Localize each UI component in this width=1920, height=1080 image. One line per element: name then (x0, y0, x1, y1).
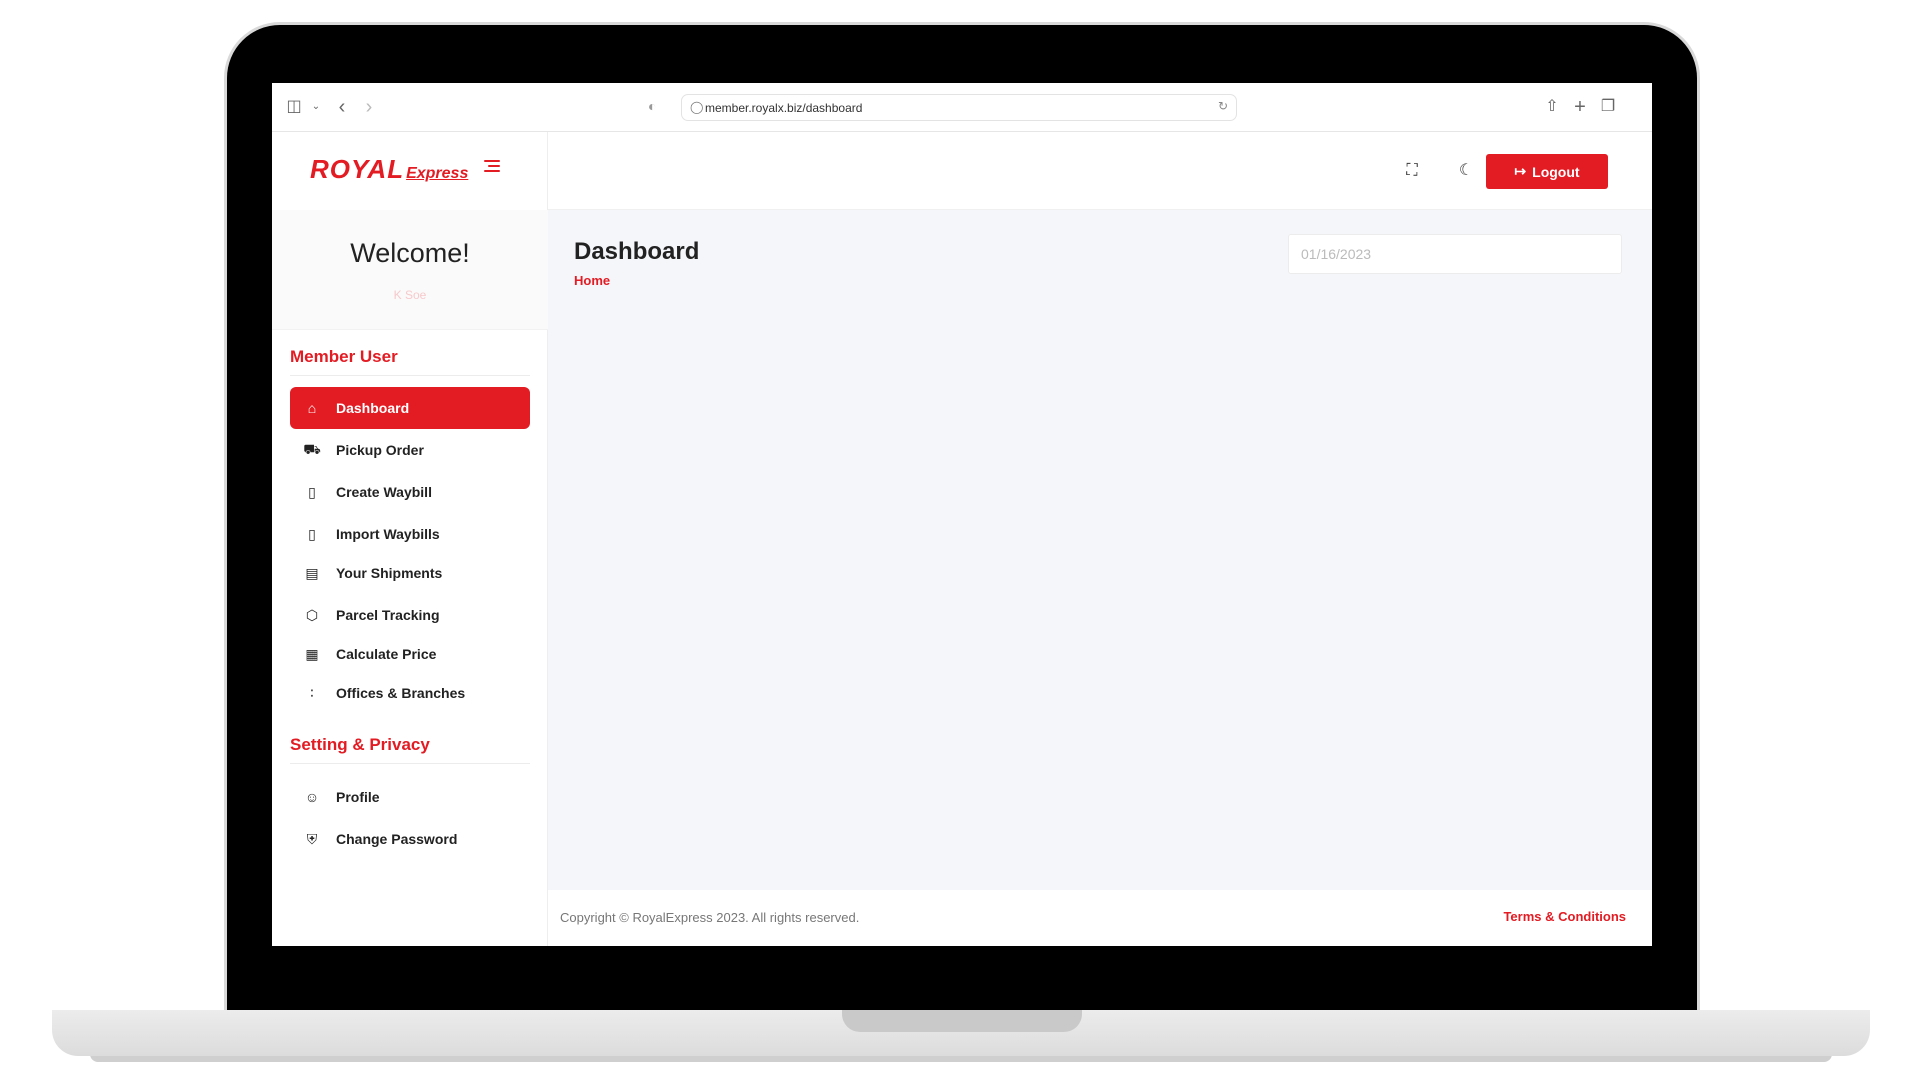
sidebar-item-dashboard[interactable]: ⌂ Dashboard (290, 387, 530, 429)
menu-toggle-icon[interactable] (484, 160, 500, 174)
dark-mode-moon-icon[interactable]: ☾ (1456, 161, 1476, 181)
browser-toolbar: ◫ ⌄ ‹ › ◐ ◯ member.royalx.biz/dashboard … (272, 83, 1652, 132)
terms-conditions-link[interactable]: Terms & Conditions (1503, 909, 1626, 924)
reload-icon[interactable]: ↻ (1218, 99, 1228, 113)
screen: ◫ ⌄ ‹ › ◐ ◯ member.royalx.biz/dashboard … (272, 83, 1652, 946)
sidebar-item-your-shipments[interactable]: ▤ Your Shipments (290, 552, 530, 594)
share-icon[interactable]: ⇧ (1542, 97, 1562, 117)
page-title: Dashboard (574, 238, 700, 265)
logout-icon: ↦ (1514, 163, 1527, 179)
royal-express-logo[interactable]: ROYAL Express (310, 154, 468, 185)
truck-icon: ⛟ (303, 440, 321, 457)
globe-icon: ◯ (690, 100, 704, 114)
sidebar-item-pickup-order[interactable]: ⛟ Pickup Order (290, 429, 530, 471)
breadcrumb-home[interactable]: Home (574, 273, 610, 288)
main-content: Dashboard Home (548, 210, 1652, 890)
footer-copyright: Copyright © RoyalExpress 2023. All right… (560, 910, 860, 925)
section-divider (290, 763, 530, 764)
section-title-setting-privacy: Setting & Privacy (290, 735, 430, 754)
forward-icon[interactable]: › (359, 97, 379, 117)
shield-icon: ⛨ (306, 830, 318, 847)
address-bar[interactable]: ◯ member.royalx.biz/dashboard ↻ (681, 94, 1237, 121)
package-icon: ⬡ (305, 606, 319, 623)
section-title-member-user: Member User (290, 347, 398, 366)
sidebar-item-change-password[interactable]: ⛨ Change Password (290, 818, 530, 860)
sidebar-item-create-waybill[interactable]: ▯ Create Waybill (290, 471, 530, 513)
sidebar-item-import-waybills[interactable]: ▯ Import Waybills (290, 513, 530, 555)
welcome-title: Welcome! (350, 238, 470, 268)
tablet-icon: ▯ (308, 525, 316, 542)
welcome-box: Welcome! K Soe (272, 210, 548, 330)
tablet-icon: ▯ (308, 483, 316, 500)
home-icon: ⌂ (307, 400, 317, 416)
route-icon: ∶ (310, 684, 314, 701)
list-icon: ▤ (305, 564, 319, 581)
logout-button[interactable]: ↦ Logout (1486, 154, 1608, 189)
privacy-shield-icon[interactable]: ◐ (648, 98, 664, 116)
back-icon[interactable]: ‹ (332, 97, 352, 117)
new-tab-icon[interactable]: + (1570, 97, 1590, 117)
laptop-notch (842, 1010, 1082, 1032)
tabs-overview-icon[interactable]: ❐ (1598, 97, 1618, 117)
date-input[interactable] (1288, 234, 1622, 274)
user-icon: ☺ (304, 789, 320, 805)
sidebar-item-profile[interactable]: ☺ Profile (290, 776, 530, 818)
user-name: K Soe (393, 288, 427, 302)
sidebar-item-calculate-price[interactable]: ▦ Calculate Price (290, 633, 530, 675)
chevron-down-icon[interactable]: ⌄ (306, 97, 326, 117)
footer: Copyright © RoyalExpress 2023. All right… (548, 890, 1652, 946)
url-text: member.royalx.biz/dashboard (705, 101, 863, 115)
logo-area: ROYAL Express (272, 132, 548, 210)
sidebar-item-parcel-tracking[interactable]: ⬡ Parcel Tracking (290, 594, 530, 636)
fullscreen-icon[interactable]: ⛶ (1402, 161, 1422, 181)
calculator-icon: ▦ (305, 645, 319, 662)
sidebar-item-offices-branches[interactable]: ∶ Offices & Branches (290, 672, 530, 714)
sidebar: Welcome! K Soe Member User ⌂ Dashboard ⛟… (272, 210, 548, 946)
sidebar-toggle-icon[interactable]: ◫ (284, 97, 304, 117)
section-divider (290, 375, 530, 376)
